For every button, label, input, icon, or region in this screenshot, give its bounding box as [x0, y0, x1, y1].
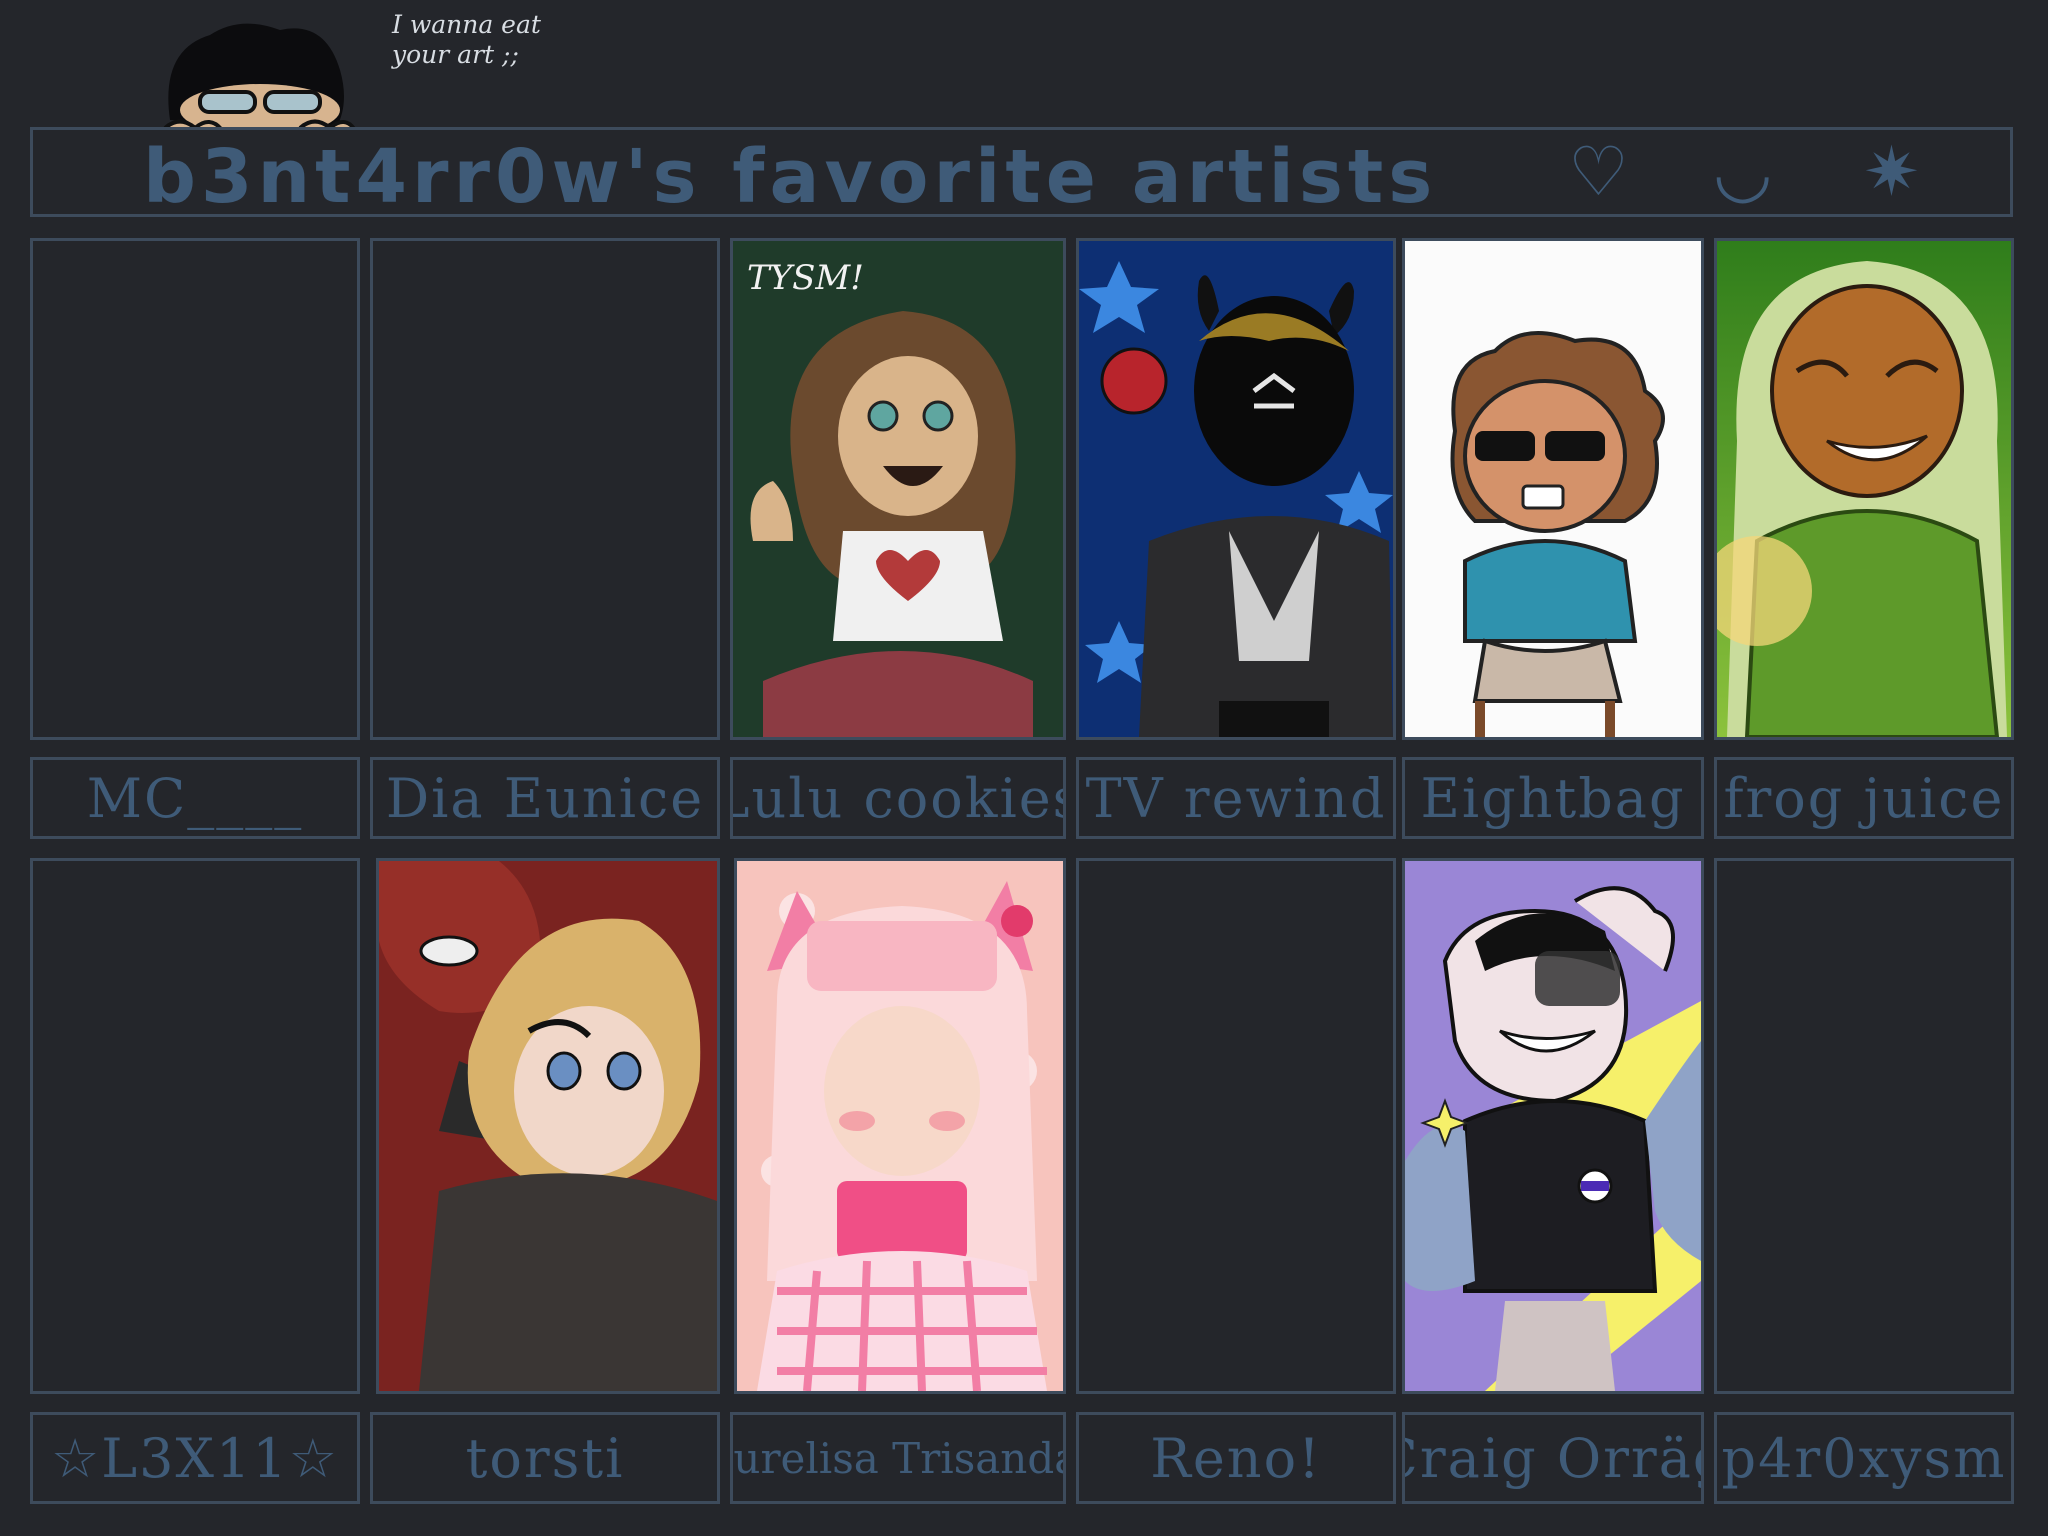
artwork-eightbag: [1405, 241, 1701, 737]
artist-name-craig-orrag: Craig Orräg: [1402, 1412, 1704, 1504]
smile-icon: ◡: [1713, 133, 1773, 212]
artist-name-nurelisa-trisandar: Nurelisa Trisandar: [730, 1412, 1066, 1504]
artist-name-mc: MC____: [30, 757, 360, 839]
artist-name-torsti: torsti: [370, 1412, 720, 1504]
art-slot-mc: [30, 238, 360, 740]
art-slot-frog-juice: [1714, 238, 2014, 740]
star-scribble-icon: ✷: [1863, 133, 1920, 212]
page-title: b3nt4rr0w's favorite artists: [143, 134, 1438, 220]
art-slot-dia-eunice: [370, 238, 720, 740]
artist-name-frog-juice: frog juice: [1714, 757, 2014, 839]
heart-icon: ♡: [1568, 133, 1629, 212]
artwork-craig-orrag: [1405, 861, 1701, 1391]
artwork-nurelisa-trisandar: [737, 861, 1063, 1391]
doodle-avatar: [163, 23, 357, 136]
art-slot-l3x11: [30, 858, 360, 1394]
artwork-frog-juice: [1717, 241, 2011, 737]
artist-name-reno: Reno!: [1076, 1412, 1396, 1504]
artist-name-dia-eunice: Dia Eunice: [370, 757, 720, 839]
art-slot-tv-rewind: [1076, 238, 1396, 740]
artist-name-tv-rewind: TV rewind: [1076, 757, 1396, 839]
artwork-torsti: [379, 861, 717, 1391]
art-slot-reno: [1076, 858, 1396, 1394]
artist-name-lulu-cookies: Lulu cookies: [730, 757, 1066, 839]
art-slot-eightbag: [1402, 238, 1704, 740]
art-slot-craig-orrag: [1402, 858, 1704, 1394]
doodle-note: I wanna eat your art ;;: [392, 10, 541, 69]
art-slot-nurelisa-trisandar: [734, 858, 1066, 1394]
art-slot-p4r0xysm: [1714, 858, 2014, 1394]
artwork-lulu-cookies: TYSM!: [733, 241, 1063, 737]
art-slot-torsti: [376, 858, 720, 1394]
art-slot-lulu-cookies: TYSM!: [730, 238, 1066, 740]
artist-name-p4r0xysm: p4r0xysm: [1714, 1412, 2014, 1504]
art-caption: TYSM!: [747, 258, 864, 298]
artwork-tv-rewind: [1079, 241, 1393, 737]
artist-name-eightbag: Eightbag: [1402, 757, 1704, 839]
title-bar: b3nt4rr0w's favorite artists ♡ ◡ ✷: [30, 127, 2013, 220]
artist-name-l3x11: ☆L3X11☆: [30, 1412, 360, 1504]
